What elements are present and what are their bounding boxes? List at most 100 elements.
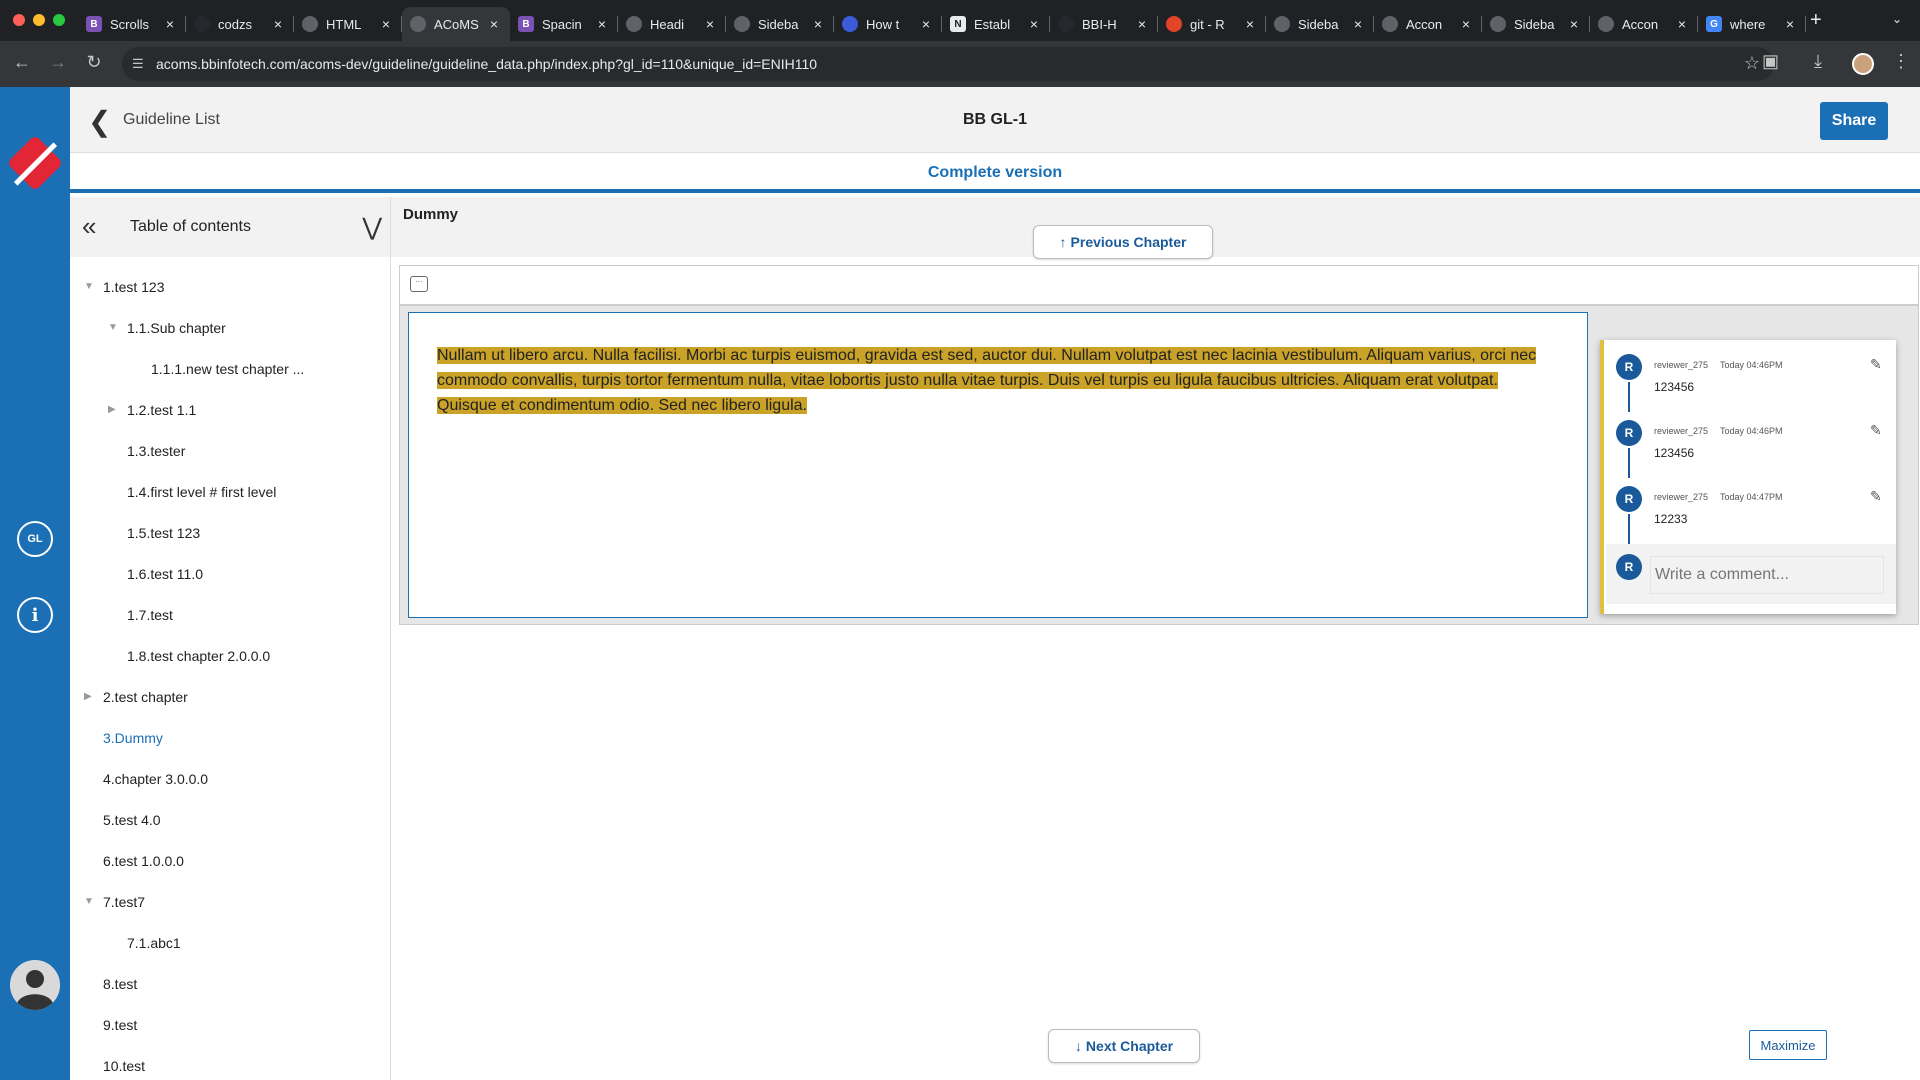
- browser-tab[interactable]: ACoMS ×: [402, 7, 510, 41]
- close-tab-icon[interactable]: ×: [378, 16, 394, 32]
- next-chapter-button[interactable]: ↓ Next Chapter: [1048, 1029, 1200, 1063]
- document-page[interactable]: Nullam ut libero arcu. Nulla facilisi. M…: [408, 312, 1588, 618]
- highlighted-text[interactable]: Nullam ut libero arcu. Nulla facilisi. M…: [437, 347, 1537, 414]
- share-button[interactable]: Share: [1820, 102, 1888, 140]
- close-tab-icon[interactable]: ×: [918, 16, 934, 32]
- bookmark-star-icon[interactable]: ☆: [1744, 53, 1760, 74]
- toc-item[interactable]: 9.test: [103, 1017, 137, 1033]
- collapse-sidebar-icon[interactable]: «: [82, 211, 96, 242]
- tab-title: Sideba: [1514, 16, 1555, 32]
- caret-down-icon[interactable]: ▼: [84, 896, 94, 907]
- browser-tab[interactable]: git - R ×: [1158, 7, 1266, 41]
- browser-tab[interactable]: Accon ×: [1590, 7, 1698, 41]
- caret-right-icon[interactable]: ▶: [108, 404, 116, 415]
- close-tab-icon[interactable]: ×: [1782, 16, 1798, 32]
- browser-tab[interactable]: BBI-H ×: [1050, 7, 1158, 41]
- tab-title: HTML: [326, 16, 362, 32]
- url-field[interactable]: ☰ acoms.bbinfotech.com/acoms-dev/guideli…: [122, 47, 1774, 81]
- toc-item[interactable]: 1.2.test 1.1: [127, 402, 196, 418]
- toc-item[interactable]: 1.test 123: [103, 279, 165, 295]
- browser-tab[interactable]: Sideba ×: [1482, 7, 1590, 41]
- toc-item[interactable]: 3.Dummy: [103, 730, 163, 746]
- url-text[interactable]: acoms.bbinfotech.com/acoms-dev/guideline…: [156, 56, 817, 72]
- toc-item[interactable]: 7.1.abc1: [127, 935, 181, 951]
- edit-pencil-icon[interactable]: ✎: [1870, 422, 1882, 439]
- toc-item[interactable]: 2.test chapter: [103, 689, 188, 705]
- notion-icon: N: [950, 16, 966, 32]
- edit-pencil-icon[interactable]: ✎: [1870, 356, 1882, 373]
- browser-tab[interactable]: HTML ×: [294, 7, 402, 41]
- toc-item[interactable]: 5.test 4.0: [103, 812, 161, 828]
- gitlab-icon: [1166, 16, 1182, 32]
- user-avatar[interactable]: [10, 960, 60, 1010]
- back-arrow-icon[interactable]: ←: [10, 52, 34, 73]
- close-tab-icon[interactable]: ×: [702, 16, 718, 32]
- new-tab-icon[interactable]: +: [1810, 9, 1822, 32]
- tab-title: BBI-H: [1082, 16, 1117, 32]
- close-tab-icon[interactable]: ×: [486, 16, 502, 32]
- browser-tab[interactable]: Sideba ×: [726, 7, 834, 41]
- toc-item[interactable]: 7.test7: [103, 894, 145, 910]
- toc-item[interactable]: 1.7.test: [127, 607, 173, 623]
- guideline-document-icon[interactable]: GL: [17, 521, 53, 557]
- download-icon[interactable]: ⤓: [1814, 51, 1822, 72]
- toc-item[interactable]: 1.6.test 11.0: [127, 566, 203, 582]
- caret-down-icon[interactable]: ▼: [108, 322, 118, 333]
- browser-tab[interactable]: Headi ×: [618, 7, 726, 41]
- close-tab-icon[interactable]: ×: [810, 16, 826, 32]
- close-tab-icon[interactable]: ×: [162, 16, 178, 32]
- browser-tab[interactable]: Sideba ×: [1266, 7, 1374, 41]
- close-tab-icon[interactable]: ×: [1242, 16, 1258, 32]
- browser-profile-avatar[interactable]: [1852, 53, 1874, 75]
- toc-item[interactable]: 8.test: [103, 976, 137, 992]
- toc-item[interactable]: 1.1.Sub chapter: [127, 320, 226, 336]
- edit-pencil-icon[interactable]: ✎: [1870, 488, 1882, 505]
- toc-item[interactable]: 1.5.test 123: [127, 525, 200, 541]
- tab-title: Establ: [974, 16, 1011, 32]
- browser-tab[interactable]: B Scrolls ×: [78, 7, 186, 41]
- close-tab-icon[interactable]: ×: [1026, 16, 1042, 32]
- maximize-button[interactable]: Maximize: [1749, 1030, 1827, 1060]
- toc-item[interactable]: 10.test: [103, 1058, 145, 1074]
- tab-search-icon[interactable]: ⌄: [1892, 12, 1902, 26]
- site-info-icon[interactable]: ☰: [132, 56, 148, 72]
- close-window-button[interactable]: [13, 14, 25, 26]
- browser-tab[interactable]: How t ×: [834, 7, 942, 41]
- toc-item[interactable]: 1.3.tester: [127, 443, 185, 459]
- browser-tab[interactable]: Accon ×: [1374, 7, 1482, 41]
- browser-tab[interactable]: Gwhere ×: [1698, 7, 1806, 41]
- close-tab-icon[interactable]: ×: [1566, 16, 1582, 32]
- document-text[interactable]: Nullam ut libero arcu. Nulla facilisi. M…: [437, 343, 1557, 418]
- comment-time: Today 04:47PM: [1720, 492, 1783, 502]
- chapter-title: Dummy: [403, 206, 459, 223]
- toc-item[interactable]: 4.chapter 3.0.0.0: [103, 771, 208, 787]
- close-tab-icon[interactable]: ×: [594, 16, 610, 32]
- expand-all-icon[interactable]: ⋁: [362, 213, 382, 242]
- browser-tab[interactable]: N Establ ×: [942, 7, 1050, 41]
- caret-down-icon[interactable]: ▼: [84, 281, 94, 292]
- version-label[interactable]: Complete version: [70, 164, 1920, 182]
- minimize-window-button[interactable]: [33, 14, 45, 26]
- browser-tab[interactable]: B Spacin ×: [510, 7, 618, 41]
- caret-right-icon[interactable]: ▶: [84, 691, 92, 702]
- close-tab-icon[interactable]: ×: [1350, 16, 1366, 32]
- browser-menu-icon[interactable]: ⋮: [1892, 51, 1910, 72]
- reload-icon[interactable]: ↻: [82, 52, 106, 73]
- info-icon[interactable]: i: [17, 597, 53, 633]
- close-tab-icon[interactable]: ×: [1134, 16, 1150, 32]
- comment-icon[interactable]: ···: [410, 276, 428, 292]
- toc-item[interactable]: 1.4.first level # first level: [127, 484, 276, 500]
- forward-arrow-icon[interactable]: →: [46, 52, 70, 73]
- comment-input[interactable]: [1650, 556, 1884, 594]
- maximize-window-button[interactable]: [53, 14, 65, 26]
- toc-item[interactable]: 1.8.test chapter 2.0.0.0: [127, 648, 270, 664]
- browser-tab[interactable]: codzs ×: [186, 7, 294, 41]
- toc-item[interactable]: 1.1.1.new test chapter ...: [151, 361, 304, 377]
- previous-chapter-button[interactable]: ↑ Previous Chapter: [1033, 225, 1213, 259]
- close-tab-icon[interactable]: ×: [1458, 16, 1474, 32]
- toc-item[interactable]: 6.test 1.0.0.0: [103, 853, 184, 869]
- close-tab-icon[interactable]: ×: [1674, 16, 1690, 32]
- close-tab-icon[interactable]: ×: [270, 16, 286, 32]
- comment-item: Rreviewer_275 Today 04:47PM 12233 ✎: [1610, 480, 1890, 544]
- extensions-icon[interactable]: ▣: [1762, 51, 1779, 72]
